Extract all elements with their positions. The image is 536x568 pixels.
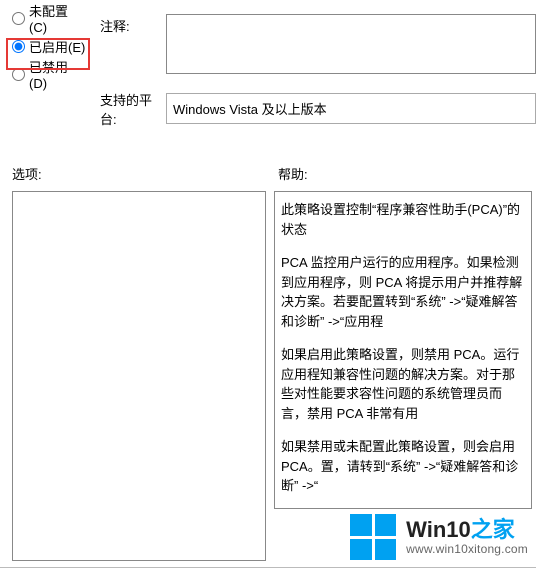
radio-not-configured-input[interactable]: [12, 12, 25, 25]
radio-enabled-input[interactable]: [12, 40, 25, 53]
help-text: 如果禁用或未配置此策略设置，则会启用 PCA。置，请转到“系统” ->“疑难解答…: [281, 437, 525, 496]
help-panel: 此策略设置控制“程序兼容性助手(PCA)”的状态 PCA 监控用户运行的应用程序…: [274, 191, 532, 509]
radio-enabled-label: 已启用(E): [29, 37, 85, 56]
platform-label: 支持的平台:: [96, 88, 166, 128]
watermark-url: www.win10xitong.com: [406, 543, 528, 557]
platform-value: Windows Vista 及以上版本: [166, 93, 536, 124]
note-textbox[interactable]: [166, 14, 536, 74]
help-text: 如果启用此策略设置，则禁用 PCA。运行应用程知兼容性问题的解决方案。对于那些对…: [281, 345, 525, 423]
help-label: 帮助:: [278, 164, 308, 183]
radio-enabled[interactable]: 已启用(E): [12, 32, 86, 60]
radio-disabled[interactable]: 已禁用(D): [12, 60, 86, 88]
radio-disabled-input[interactable]: [12, 68, 25, 81]
radio-disabled-label: 已禁用(D): [29, 57, 86, 91]
radio-not-configured-label: 未配置(C): [29, 1, 86, 35]
radio-not-configured[interactable]: 未配置(C): [12, 4, 86, 32]
windows-logo-icon: [350, 514, 396, 560]
help-text: PCA 监控用户运行的应用程序。如果检测到应用程序，则 PCA 将提示用户并推荐…: [281, 253, 525, 331]
help-text: 此策略设置控制“程序兼容性助手(PCA)”的状态: [281, 200, 525, 239]
note-label: 注释:: [96, 14, 166, 35]
watermark-title: Win10之家: [406, 517, 528, 542]
options-panel: [12, 191, 266, 561]
options-label: 选项:: [12, 164, 278, 183]
watermark: Win10之家 www.win10xitong.com: [348, 512, 530, 562]
